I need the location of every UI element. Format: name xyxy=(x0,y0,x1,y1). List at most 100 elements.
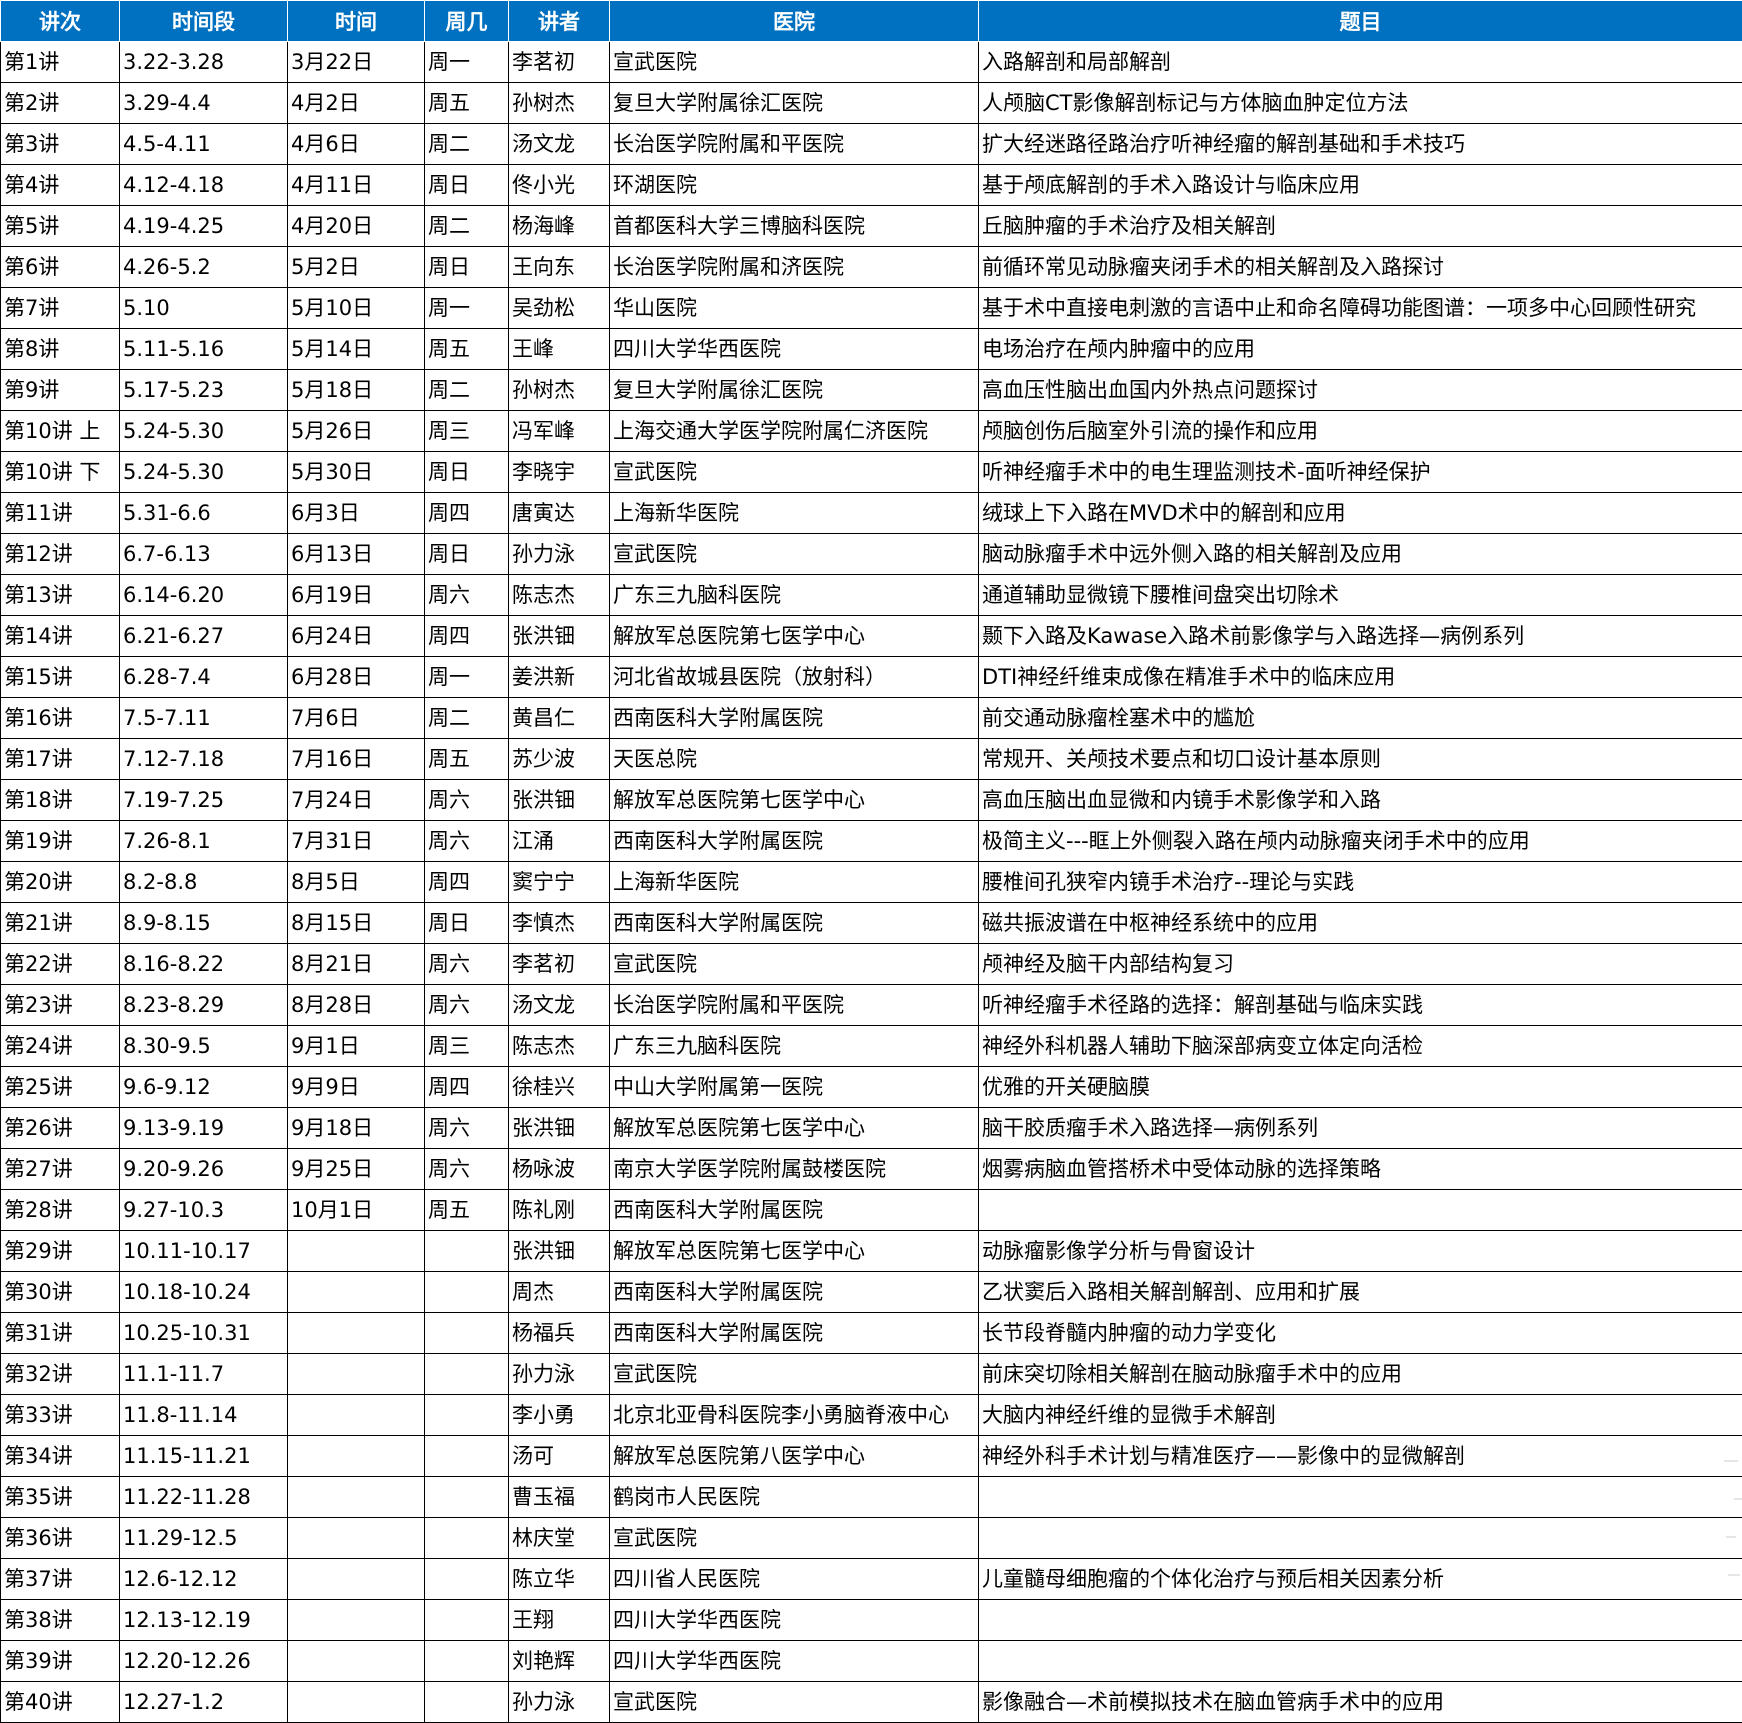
period-cell[interactable]: 5.17-5.23 xyxy=(119,369,288,411)
hospital-cell[interactable]: 宣武医院 xyxy=(609,451,979,493)
weekday-cell[interactable]: 周四 xyxy=(424,615,509,657)
hospital-cell[interactable]: 解放军总医院第七医学中心 xyxy=(609,779,979,821)
weekday-cell[interactable]: 周五 xyxy=(424,82,509,124)
weekday-cell[interactable]: 周二 xyxy=(424,697,509,739)
topic-cell[interactable]: 通道辅助显微镜下腰椎间盘突出切除术 xyxy=(978,574,1742,616)
topic-cell[interactable]: 神经外科机器人辅助下脑深部病变立体定向活检 xyxy=(978,1025,1742,1067)
date-cell[interactable]: 6月19日 xyxy=(287,574,425,616)
speaker-cell[interactable]: 陈志杰 xyxy=(508,574,610,616)
topic-cell[interactable]: 脑干胶质瘤手术入路选择—病例系列 xyxy=(978,1107,1742,1149)
lecture-cell[interactable]: 第9讲 xyxy=(0,369,120,411)
period-cell[interactable]: 5.24-5.30 xyxy=(119,410,288,452)
hospital-cell[interactable]: 华山医院 xyxy=(609,287,979,329)
lecture-cell[interactable]: 第22讲 xyxy=(0,943,120,985)
period-cell[interactable]: 11.22-11.28 xyxy=(119,1476,288,1518)
lecture-cell[interactable]: 第39讲 xyxy=(0,1640,120,1682)
topic-cell[interactable]: DTI神经纤维束成像在精准手术中的临床应用 xyxy=(978,656,1742,698)
date-cell[interactable]: 4月20日 xyxy=(287,205,425,247)
hospital-cell[interactable]: 宣武医院 xyxy=(609,1517,979,1559)
weekday-cell[interactable]: 周二 xyxy=(424,205,509,247)
hospital-cell[interactable]: 西南医科大学附属医院 xyxy=(609,820,979,862)
lecture-cell[interactable]: 第15讲 xyxy=(0,656,120,698)
weekday-cell[interactable]: 周五 xyxy=(424,328,509,370)
topic-cell[interactable]: 烟雾病脑血管搭桥术中受体动脉的选择策略 xyxy=(978,1148,1742,1190)
speaker-cell[interactable]: 姜洪新 xyxy=(508,656,610,698)
hospital-cell[interactable]: 四川大学华西医院 xyxy=(609,1640,979,1682)
hospital-cell[interactable]: 复旦大学附属徐汇医院 xyxy=(609,82,979,124)
topic-cell[interactable]: 听神经瘤手术径路的选择：解剖基础与临床实践 xyxy=(978,984,1742,1026)
weekday-cell[interactable] xyxy=(424,1517,509,1559)
period-cell[interactable]: 7.5-7.11 xyxy=(119,697,288,739)
hospital-cell[interactable]: 河北省故城县医院（放射科） xyxy=(609,656,979,698)
period-cell[interactable]: 9.6-9.12 xyxy=(119,1066,288,1108)
weekday-cell[interactable] xyxy=(424,1312,509,1354)
date-cell[interactable]: 7月6日 xyxy=(287,697,425,739)
period-cell[interactable]: 5.24-5.30 xyxy=(119,451,288,493)
period-cell[interactable]: 5.11-5.16 xyxy=(119,328,288,370)
speaker-cell[interactable]: 李慎杰 xyxy=(508,902,610,944)
column-header-lecture[interactable]: 讲次 xyxy=(0,0,120,42)
column-header-period[interactable]: 时间段 xyxy=(119,0,288,42)
topic-cell[interactable]: 脑动脉瘤手术中远外侧入路的相关解剖及应用 xyxy=(978,533,1742,575)
topic-cell[interactable]: 前交通动脉瘤栓塞术中的尴尬 xyxy=(978,697,1742,739)
lecture-cell[interactable]: 第33讲 xyxy=(0,1394,120,1436)
date-cell[interactable] xyxy=(287,1558,425,1600)
period-cell[interactable]: 7.12-7.18 xyxy=(119,738,288,780)
topic-cell[interactable]: 长节段脊髓内肿瘤的动力学变化 xyxy=(978,1312,1742,1354)
period-cell[interactable]: 9.20-9.26 xyxy=(119,1148,288,1190)
hospital-cell[interactable]: 解放军总医院第七医学中心 xyxy=(609,1107,979,1149)
hospital-cell[interactable]: 上海新华医院 xyxy=(609,861,979,903)
hospital-cell[interactable]: 宣武医院 xyxy=(609,1681,979,1723)
speaker-cell[interactable]: 陈立华 xyxy=(508,1558,610,1600)
weekday-cell[interactable] xyxy=(424,1476,509,1518)
hospital-cell[interactable]: 长治医学院附属和济医院 xyxy=(609,246,979,288)
speaker-cell[interactable]: 江涌 xyxy=(508,820,610,862)
lecture-cell[interactable]: 第1讲 xyxy=(0,41,120,83)
table-row[interactable]: 第9讲 5.17-5.23 5月18日 周二 孙树杰 复旦大学附属徐汇医院 高血压性脑出血国… xyxy=(0,369,1742,411)
column-header-weekday[interactable]: 周几 xyxy=(424,0,509,42)
weekday-cell[interactable] xyxy=(424,1353,509,1395)
speaker-cell[interactable]: 唐寅达 xyxy=(508,492,610,534)
table-row[interactable]: 第14讲 6.21-6.27 6月24日 周四 张洪钿 解放军总医院第七医学中心 颞下入路及… xyxy=(0,615,1742,657)
lecture-cell[interactable]: 第2讲 xyxy=(0,82,120,124)
table-row[interactable]: 第31讲 10.25-10.31 杨福兵 西南医科大学附属医院 长节段脊髓内肿瘤的动力学… xyxy=(0,1312,1742,1354)
table-row[interactable]: 第27讲 9.20-9.26 9月25日 周六 杨咏波 南京大学医学院附属鼓楼医院 烟雾病脑… xyxy=(0,1148,1742,1190)
weekday-cell[interactable]: 周四 xyxy=(424,1066,509,1108)
hospital-cell[interactable]: 上海交通大学医学院附属仁济医院 xyxy=(609,410,979,452)
date-cell[interactable] xyxy=(287,1640,425,1682)
speaker-cell[interactable]: 黄昌仁 xyxy=(508,697,610,739)
period-cell[interactable]: 5.10 xyxy=(119,287,288,329)
speaker-cell[interactable]: 孙力泳 xyxy=(508,533,610,575)
period-cell[interactable]: 3.29-4.4 xyxy=(119,82,288,124)
speaker-cell[interactable]: 杨海峰 xyxy=(508,205,610,247)
period-cell[interactable]: 12.20-12.26 xyxy=(119,1640,288,1682)
speaker-cell[interactable]: 汤文龙 xyxy=(508,984,610,1026)
weekday-cell[interactable]: 周五 xyxy=(424,1189,509,1231)
weekday-cell[interactable] xyxy=(424,1640,509,1682)
lecture-cell[interactable]: 第4讲 xyxy=(0,164,120,206)
hospital-cell[interactable]: 解放军总医院第七医学中心 xyxy=(609,1230,979,1272)
topic-cell[interactable]: 腰椎间孔狭窄内镜手术治疗--理论与实践 xyxy=(978,861,1742,903)
topic-cell[interactable] xyxy=(978,1517,1742,1559)
speaker-cell[interactable]: 杨福兵 xyxy=(508,1312,610,1354)
table-row[interactable]: 第21讲 8.9-8.15 8月15日 周日 李慎杰 西南医科大学附属医院 磁共振波谱在中枢… xyxy=(0,902,1742,944)
speaker-cell[interactable]: 佟小光 xyxy=(508,164,610,206)
hospital-cell[interactable]: 四川省人民医院 xyxy=(609,1558,979,1600)
weekday-cell[interactable] xyxy=(424,1681,509,1723)
weekday-cell[interactable] xyxy=(424,1230,509,1272)
weekday-cell[interactable]: 周日 xyxy=(424,246,509,288)
topic-cell[interactable]: 儿童髓母细胞瘤的个体化治疗与预后相关因素分析 xyxy=(978,1558,1742,1600)
date-cell[interactable]: 7月31日 xyxy=(287,820,425,862)
period-cell[interactable]: 6.28-7.4 xyxy=(119,656,288,698)
topic-cell[interactable]: 丘脑肿瘤的手术治疗及相关解剖 xyxy=(978,205,1742,247)
table-row[interactable]: 第8讲 5.11-5.16 5月14日 周五 王峰 四川大学华西医院 电场治疗在颅内肿瘤中的… xyxy=(0,328,1742,370)
date-cell[interactable]: 8月28日 xyxy=(287,984,425,1026)
topic-cell[interactable]: 基于颅底解剖的手术入路设计与临床应用 xyxy=(978,164,1742,206)
period-cell[interactable]: 9.13-9.19 xyxy=(119,1107,288,1149)
speaker-cell[interactable]: 陈志杰 xyxy=(508,1025,610,1067)
weekday-cell[interactable]: 周三 xyxy=(424,410,509,452)
date-cell[interactable]: 10月1日 xyxy=(287,1189,425,1231)
lecture-cell[interactable]: 第24讲 xyxy=(0,1025,120,1067)
date-cell[interactable]: 6月24日 xyxy=(287,615,425,657)
date-cell[interactable]: 6月28日 xyxy=(287,656,425,698)
